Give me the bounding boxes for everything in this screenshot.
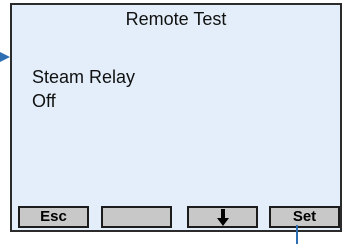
- setting-name: Steam Relay: [32, 67, 136, 87]
- device-display-screen: Remote Test Steam Relay Off Esc Set: [10, 3, 342, 232]
- softkey-bar: Esc Set: [18, 206, 340, 229]
- setting-value: Off: [32, 91, 56, 111]
- callout-pointer-bottom: [296, 225, 298, 244]
- blank-softkey-button[interactable]: [101, 206, 172, 228]
- esc-button[interactable]: Esc: [18, 206, 89, 228]
- down-arrow-icon: [216, 209, 229, 226]
- down-button[interactable]: [187, 206, 258, 228]
- screen-title: Remote Test: [125, 9, 227, 29]
- set-button[interactable]: Set: [269, 206, 340, 228]
